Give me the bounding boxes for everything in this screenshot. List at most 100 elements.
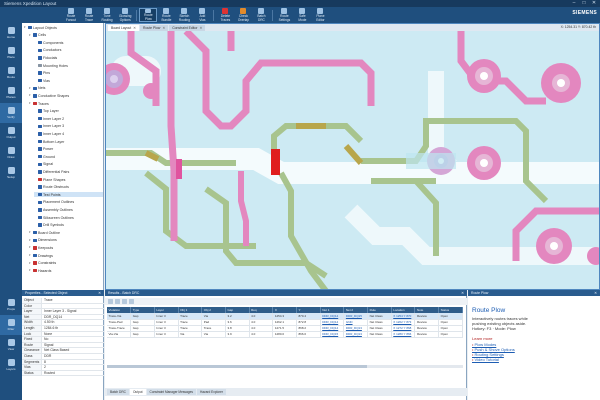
expand-toggle-icon[interactable]: ▾ (24, 26, 27, 29)
tree-node[interactable]: ▾ Nets (29, 86, 103, 91)
close-icon[interactable]: ✕ (461, 290, 464, 296)
expand-toggle-icon[interactable] (34, 193, 37, 196)
ribbon-button-plane-editor[interactable]: Plane Editor (311, 8, 329, 22)
activity-item-route[interactable]: Route (0, 63, 22, 83)
ribbon-button-batch-drc[interactable]: Batch DRC (252, 8, 270, 22)
expand-toggle-icon[interactable]: ▾ (29, 261, 32, 265)
tree-node[interactable]: Pins (34, 71, 103, 76)
expand-toggle-icon[interactable]: ▾ (29, 102, 32, 105)
tree-node[interactable]: Bottom Layer (34, 139, 103, 144)
property-value[interactable]: 2 (42, 365, 104, 370)
tree-node[interactable]: Drill Symbols (34, 223, 103, 228)
expand-toggle-icon[interactable] (34, 178, 37, 181)
tree-node[interactable]: ▾ Hazards (29, 268, 103, 273)
tree-node[interactable]: ▾ Keepouts (29, 245, 103, 250)
ribbon-button-route-bundle[interactable]: Route Bundle (157, 8, 175, 22)
property-value[interactable]: 4.50 th (42, 320, 104, 325)
expand-toggle-icon[interactable] (34, 132, 37, 135)
lower-activity-item-filter[interactable]: Filter (0, 315, 22, 335)
tree-node[interactable]: Signal (34, 162, 103, 167)
tree-node[interactable]: ▾ Traces (29, 101, 103, 106)
table-row[interactable]: Via-Via Gap Inner 3 Via Via 3.9 4.0 1280.0 866.0… (107, 331, 463, 338)
lower-activity-item-layers[interactable]: Layers (0, 355, 22, 375)
expand-toggle-icon[interactable] (34, 49, 37, 52)
maximize-button[interactable]: □ (581, 0, 587, 6)
tree-node[interactable]: Top Layer (34, 109, 103, 114)
pcb-board-view[interactable] (106, 31, 600, 290)
expand-toggle-icon[interactable] (34, 224, 37, 227)
close-icon[interactable]: ✕ (98, 290, 101, 296)
tree-node[interactable]: ▾ Dimensions (29, 238, 103, 243)
expand-toggle-icon[interactable] (34, 125, 37, 128)
property-value[interactable]: No (42, 337, 104, 342)
expand-toggle-icon[interactable] (34, 79, 37, 82)
activity-item-planes[interactable]: Planes (0, 83, 22, 103)
tree-node[interactable]: Assembly Outlines (34, 207, 103, 212)
tree-node[interactable]: Power (34, 147, 103, 152)
expand-toggle-icon[interactable] (34, 163, 37, 166)
activity-item-setup[interactable]: Setup (0, 163, 22, 183)
expand-toggle-icon[interactable] (34, 64, 37, 67)
results-tab-batch-drc[interactable]: Batch DRC (107, 389, 129, 395)
activity-item-home[interactable]: Home (0, 23, 22, 43)
expand-toggle-icon[interactable] (34, 56, 37, 59)
tree-node[interactable]: Vias (34, 78, 103, 83)
via-pad[interactable] (467, 59, 501, 93)
tree-node[interactable]: ▾ Drawings (29, 253, 103, 258)
via-pad[interactable] (467, 146, 501, 180)
minimize-button[interactable]: – (571, 0, 577, 6)
results-tab-output[interactable]: Output (129, 389, 146, 395)
tree-node[interactable]: ▾ Conductive Shapes (29, 93, 103, 98)
expand-toggle-icon[interactable] (34, 208, 37, 211)
property-value[interactable]: Signal (42, 343, 104, 348)
scrollbar-thumb[interactable] (107, 365, 367, 368)
tree-node[interactable]: Components (34, 40, 103, 45)
tree-node[interactable]: Mounting Holes (34, 63, 103, 68)
results-tab-constraint-manager-messages[interactable]: Constraint Manager Messages (146, 389, 196, 395)
expand-toggle-icon[interactable] (34, 117, 37, 120)
refresh-icon[interactable] (108, 299, 113, 304)
tree-node[interactable]: Test Points (34, 192, 103, 198)
info-link-video-tutorial[interactable]: Video Tutorial (472, 357, 596, 362)
ribbon-button-glossing-options[interactable]: Glossing Options (116, 8, 134, 22)
ribbon-button-route-fanout[interactable]: Route Fanout (62, 8, 80, 22)
filter-icon[interactable] (115, 299, 120, 304)
property-value[interactable]: 1284.6 th (42, 326, 104, 331)
property-value[interactable]: DDR (42, 354, 104, 359)
expand-toggle-icon[interactable]: ▾ (29, 254, 32, 257)
activity-item-output[interactable]: Output (0, 123, 22, 143)
ribbon-button-check-overlap[interactable]: Check Overlap (234, 8, 252, 22)
ribbon-button-route-plow[interactable]: Route Plow (139, 8, 158, 22)
tree-node[interactable]: Differential Pairs (34, 169, 103, 174)
tree-node[interactable]: Placement Outlines (34, 200, 103, 205)
expand-toggle-icon[interactable]: ▾ (29, 246, 32, 249)
expand-toggle-icon[interactable]: ▾ (29, 238, 32, 242)
lower-activity-item-props[interactable]: Props (0, 295, 22, 315)
ribbon-button-safe-mode[interactable]: Safe Mode (293, 8, 311, 22)
expand-toggle-icon[interactable] (34, 72, 37, 75)
expand-toggle-icon[interactable]: ▾ (29, 33, 32, 37)
activity-item-draw[interactable]: Draw (0, 143, 22, 163)
property-value[interactable]: DDR_DQ14 (42, 315, 104, 320)
ribbon-button-sketch-routing[interactable]: Sketch Routing (175, 8, 193, 22)
expand-toggle-icon[interactable] (34, 186, 37, 189)
property-value[interactable]: None (42, 332, 104, 337)
expand-toggle-icon[interactable] (34, 41, 37, 44)
tree-node[interactable]: ▾ Board Outline (29, 230, 103, 235)
horizontal-scrollbar[interactable] (107, 365, 463, 368)
tree-node[interactable]: Inner Layer 4 (34, 131, 103, 136)
expand-toggle-icon[interactable] (34, 170, 37, 173)
tree-node[interactable]: ▾ Layout Objects (24, 25, 103, 30)
close-icon[interactable]: ✕ (594, 290, 597, 296)
expand-toggle-icon[interactable] (34, 148, 37, 151)
ribbon-button-delete-traces[interactable]: Delete Traces (216, 8, 234, 22)
property-value[interactable]: Inner Layer 3 - Signal (42, 309, 104, 314)
lower-activity-item-view[interactable]: View (0, 335, 22, 355)
tree-node[interactable]: Conductors (34, 48, 103, 53)
close-button[interactable]: ✕ (591, 0, 597, 6)
tree-node[interactable]: Route Obstructs (34, 185, 103, 190)
expand-toggle-icon[interactable] (34, 140, 37, 143)
zoom-to-icon[interactable] (129, 299, 134, 304)
tree-node[interactable]: ▾ Constraints (29, 261, 103, 266)
expand-toggle-icon[interactable] (34, 155, 37, 158)
